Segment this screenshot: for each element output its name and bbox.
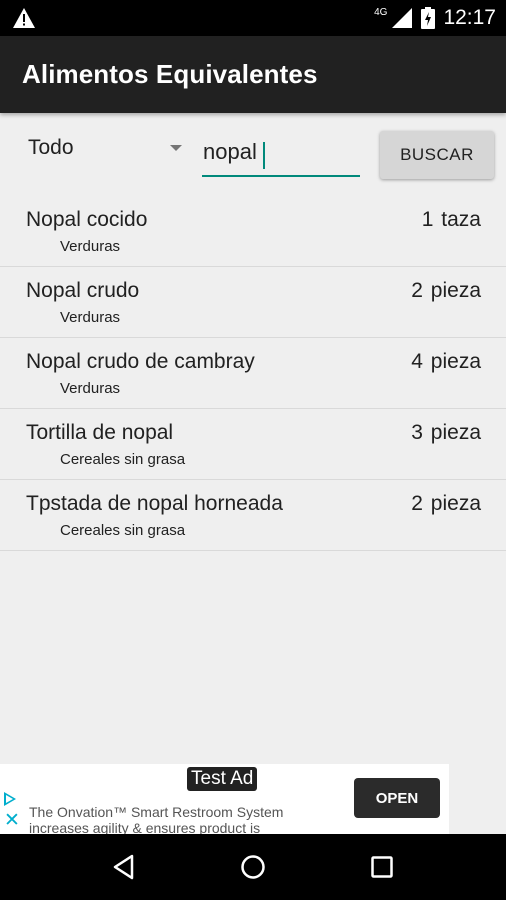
- back-button[interactable]: [104, 847, 144, 887]
- item-quantity: 1 taza: [421, 208, 481, 231]
- list-item[interactable]: Tpstada de nopal horneada 2 pieza Cereal…: [0, 480, 506, 551]
- list-item[interactable]: Nopal crudo 2 pieza Verduras: [0, 267, 506, 338]
- back-icon: [114, 854, 134, 880]
- item-name: Nopal crudo: [26, 279, 140, 302]
- item-category: Verduras: [60, 309, 121, 326]
- status-bar: 4G 12:17: [0, 0, 506, 36]
- list-item[interactable]: Nopal cocido 1 taza Verduras: [0, 196, 506, 267]
- warning-icon: [13, 8, 35, 28]
- item-quantity: 3 pieza: [411, 421, 481, 444]
- results-list: Nopal cocido 1 taza Verduras Nopal crudo…: [0, 196, 506, 551]
- dropdown-arrow-icon: [170, 145, 182, 151]
- list-item[interactable]: Tortilla de nopal 3 pieza Cereales sin g…: [0, 409, 506, 480]
- item-quantity: 2 pieza: [411, 279, 481, 302]
- close-icon[interactable]: ✕: [4, 811, 20, 830]
- item-category: Verduras: [60, 238, 121, 255]
- item-name: Nopal crudo de cambray: [26, 350, 255, 373]
- recents-button[interactable]: [362, 847, 402, 887]
- item-name: Tortilla de nopal: [26, 421, 174, 444]
- list-item[interactable]: Nopal crudo de cambray 4 pieza Verduras: [0, 338, 506, 409]
- home-button[interactable]: [233, 847, 273, 887]
- navigation-bar: [0, 834, 506, 900]
- signal-icon: [392, 8, 413, 28]
- battery-icon: [421, 7, 436, 29]
- item-name: Tpstada de nopal horneada: [26, 492, 283, 515]
- search-button[interactable]: BUSCAR: [380, 131, 494, 179]
- item-category: Cereales sin grasa: [60, 522, 186, 539]
- clock: 12:17: [443, 6, 496, 29]
- network-type-label: 4G: [374, 6, 388, 18]
- ad-text-line: increases agility & ensures product is: [29, 820, 261, 834]
- ad-open-button[interactable]: OPEN: [354, 778, 440, 818]
- ad-text: The Onvation™ Smart Restroom System incr…: [29, 804, 339, 834]
- search-input[interactable]: [202, 133, 360, 177]
- test-ad-label: Test Ad: [187, 767, 258, 791]
- item-category: Verduras: [60, 380, 121, 397]
- item-name: Nopal cocido: [26, 208, 148, 231]
- category-spinner-value: Todo: [28, 136, 74, 159]
- ad-text-line: The Onvation™ Smart Restroom System: [29, 804, 284, 820]
- home-icon: [241, 855, 265, 879]
- text-cursor: [263, 142, 265, 169]
- item-quantity: 2 pieza: [411, 492, 481, 515]
- adchoices-icon[interactable]: [4, 792, 16, 806]
- item-category: Cereales sin grasa: [60, 451, 186, 468]
- item-quantity: 4 pieza: [411, 350, 481, 373]
- recents-icon: [370, 856, 393, 878]
- category-spinner[interactable]: Todo: [18, 128, 188, 168]
- app-bar: Alimentos Equivalentes: [0, 36, 506, 113]
- app-title: Alimentos Equivalentes: [22, 59, 318, 89]
